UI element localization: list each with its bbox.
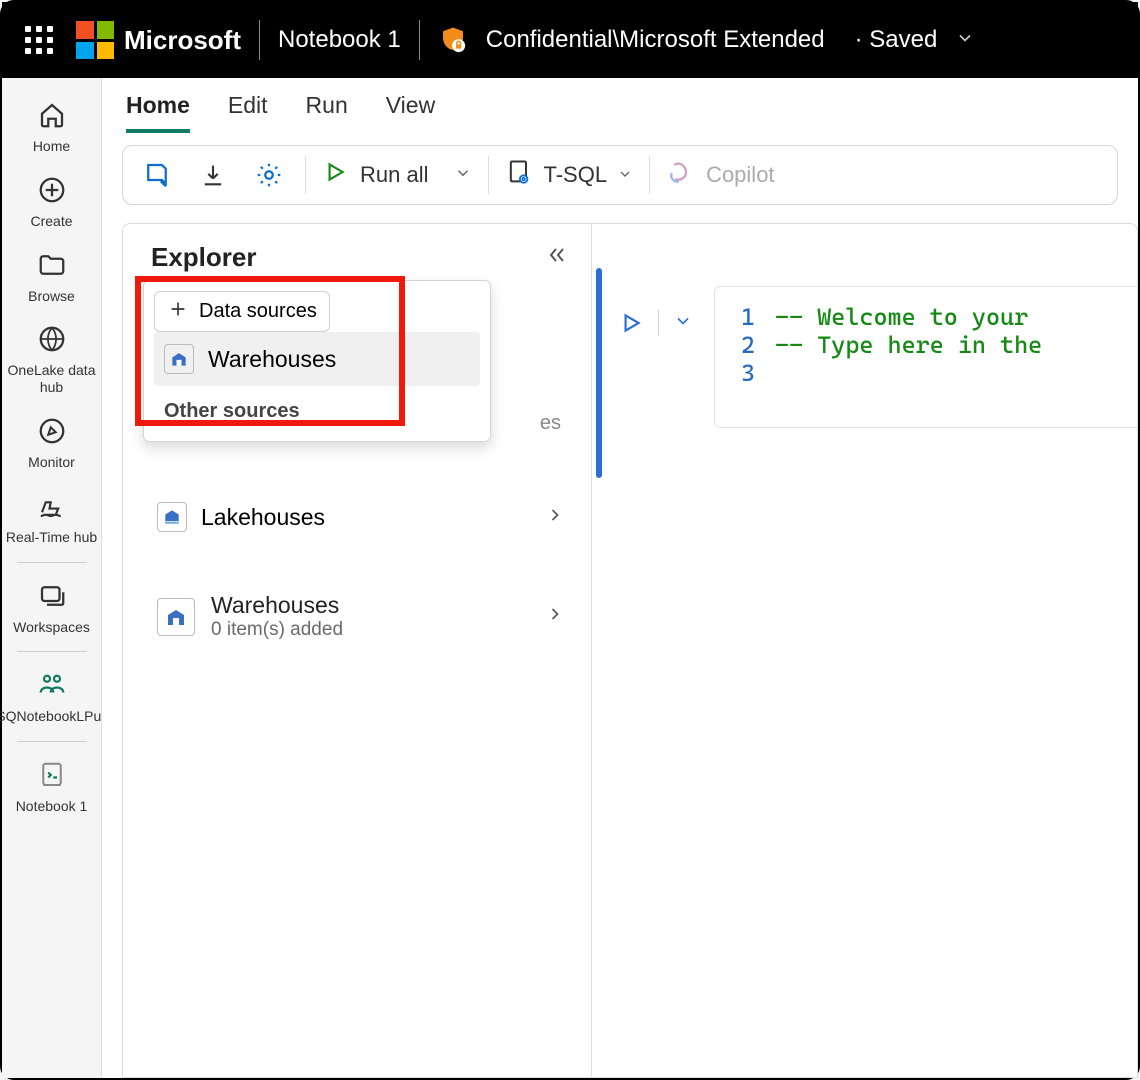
warehouse-icon <box>164 344 194 374</box>
language-selector[interactable]: T-SQL <box>505 158 633 192</box>
boat-icon <box>35 489 69 523</box>
popup-section-other: Other sources <box>154 386 480 427</box>
chevron-down-icon[interactable] <box>454 162 472 188</box>
doc-gear-icon <box>505 158 533 192</box>
divider <box>259 20 260 60</box>
run-all-button[interactable]: Run all <box>322 159 472 191</box>
sidebar-item-monitor[interactable]: Monitor <box>2 408 101 477</box>
tab-edit[interactable]: Edit <box>228 92 268 133</box>
copilot-icon <box>666 158 694 192</box>
sidebar-item-label: Notebook 1 <box>16 798 88 815</box>
tab-view[interactable]: View <box>386 92 435 133</box>
popup-item-warehouses[interactable]: Warehouses <box>154 332 480 386</box>
obscured-text: es <box>540 412 561 435</box>
onelake-icon <box>35 322 69 356</box>
warehouses-title: Warehouses <box>211 592 343 619</box>
ribbon-tabs: Home Edit Run View <box>102 78 1138 133</box>
chevron-right-icon <box>545 604 565 629</box>
chevron-right-icon <box>545 504 565 531</box>
sidebar-item-label: Create <box>30 213 72 230</box>
popup-item-lakehouses[interactable]: Lakehouses <box>147 494 575 540</box>
code-line: 3 <box>735 359 1137 387</box>
toolbar: Run all T-SQL Copilot <box>122 145 1118 205</box>
sidebar-item-create[interactable]: Create <box>2 167 101 236</box>
chevron-down-icon <box>617 162 633 188</box>
cell-active-marker <box>596 268 602 478</box>
play-icon <box>322 159 348 191</box>
chevron-down-icon[interactable] <box>673 311 693 336</box>
tab-run[interactable]: Run <box>306 92 348 133</box>
sidebar-item-label: Monitor <box>28 454 75 471</box>
save-status: · Saved <box>855 26 938 54</box>
sidebar-item-realtime[interactable]: Real-Time hub <box>2 483 101 552</box>
run-all-label: Run all <box>360 162 428 188</box>
save-edit-icon[interactable] <box>137 152 177 198</box>
sidebar-item-label: Browse <box>28 288 75 305</box>
divider <box>488 156 489 194</box>
left-navigation: Home Create Browse OneLake data hub Moni… <box>2 78 102 1078</box>
divider <box>649 156 650 194</box>
sidebar-item-label: Home <box>33 138 70 155</box>
main-area: Home Edit Run View Run all T-SQL <box>102 78 1138 1078</box>
tab-home[interactable]: Home <box>126 92 190 133</box>
classification-label[interactable]: Confidential\Microsoft Extended <box>486 26 825 54</box>
code-cell[interactable]: 1-- Welcome to your 2-- Type here in the… <box>714 286 1137 428</box>
notebook-name[interactable]: Notebook 1 <box>278 26 401 54</box>
folder-icon <box>35 248 69 282</box>
home-icon <box>35 98 69 132</box>
plus-circle-icon <box>35 173 69 207</box>
separator <box>17 741 87 742</box>
cell-controls <box>618 310 693 336</box>
sidebar-item-label: Real-Time hub <box>6 529 97 546</box>
stack-icon <box>35 579 69 613</box>
sidebar-item-workspaces[interactable]: Workspaces <box>2 573 101 642</box>
data-sources-label: Data sources <box>199 300 317 323</box>
explorer-title: Explorer <box>151 242 257 273</box>
language-label: T-SQL <box>543 162 607 188</box>
divider <box>658 310 659 336</box>
data-sources-button[interactable]: Data sources <box>154 291 330 332</box>
notebook-file-icon <box>35 758 69 792</box>
warehouses-subtitle: 0 item(s) added <box>211 619 343 641</box>
plus-icon <box>167 298 189 325</box>
shield-lock-icon <box>438 25 468 55</box>
copilot-label: Copilot <box>706 162 774 188</box>
separator <box>17 651 87 652</box>
run-cell-icon[interactable] <box>618 310 644 336</box>
data-sources-popup: Data sources Warehouses Other sources <box>143 280 491 442</box>
sidebar-item-label: OneLake data hub <box>4 362 99 396</box>
popup-item-label: Warehouses <box>208 346 336 373</box>
lakehouses-label: Lakehouses <box>201 504 325 531</box>
sidebar-item-tsqnotebook[interactable]: TSQNotebookLPuPr <box>2 662 101 731</box>
title-bar: Microsoft Notebook 1 Confidential\Micros… <box>2 2 1138 78</box>
download-icon[interactable] <box>193 152 233 198</box>
microsoft-logo: Microsoft <box>76 21 241 59</box>
sidebar-item-home[interactable]: Home <box>2 92 101 161</box>
sidebar-item-label: TSQNotebookLPuPr <box>0 708 115 725</box>
collapse-panel-icon[interactable] <box>545 243 569 273</box>
microsoft-logo-icon <box>76 21 114 59</box>
divider <box>305 156 306 194</box>
chevron-down-icon[interactable] <box>955 28 975 53</box>
explorer-panel: Explorer Data sources Warehouses Other s… <box>122 223 592 1078</box>
code-editor[interactable]: 1-- Welcome to your 2-- Type here in the… <box>592 223 1138 1078</box>
divider <box>419 20 420 60</box>
warehouse-icon <box>157 598 195 636</box>
lakehouse-icon <box>157 502 187 532</box>
separator <box>17 562 87 563</box>
explorer-item-warehouses[interactable]: Warehouses 0 item(s) added <box>147 584 575 649</box>
settings-icon[interactable] <box>249 152 289 198</box>
sidebar-item-notebook[interactable]: Notebook 1 <box>2 752 101 821</box>
microsoft-wordmark: Microsoft <box>124 25 241 56</box>
copilot-button[interactable]: Copilot <box>666 158 774 192</box>
sidebar-item-browse[interactable]: Browse <box>2 242 101 311</box>
sidebar-item-onelake[interactable]: OneLake data hub <box>2 316 101 402</box>
code-line: 2-- Type here in the <box>735 331 1137 359</box>
sidebar-item-label: Workspaces <box>13 619 90 636</box>
people-icon <box>35 668 69 702</box>
compass-icon <box>35 414 69 448</box>
app-launcher-icon[interactable] <box>20 21 58 59</box>
code-line: 1-- Welcome to your <box>735 303 1137 331</box>
